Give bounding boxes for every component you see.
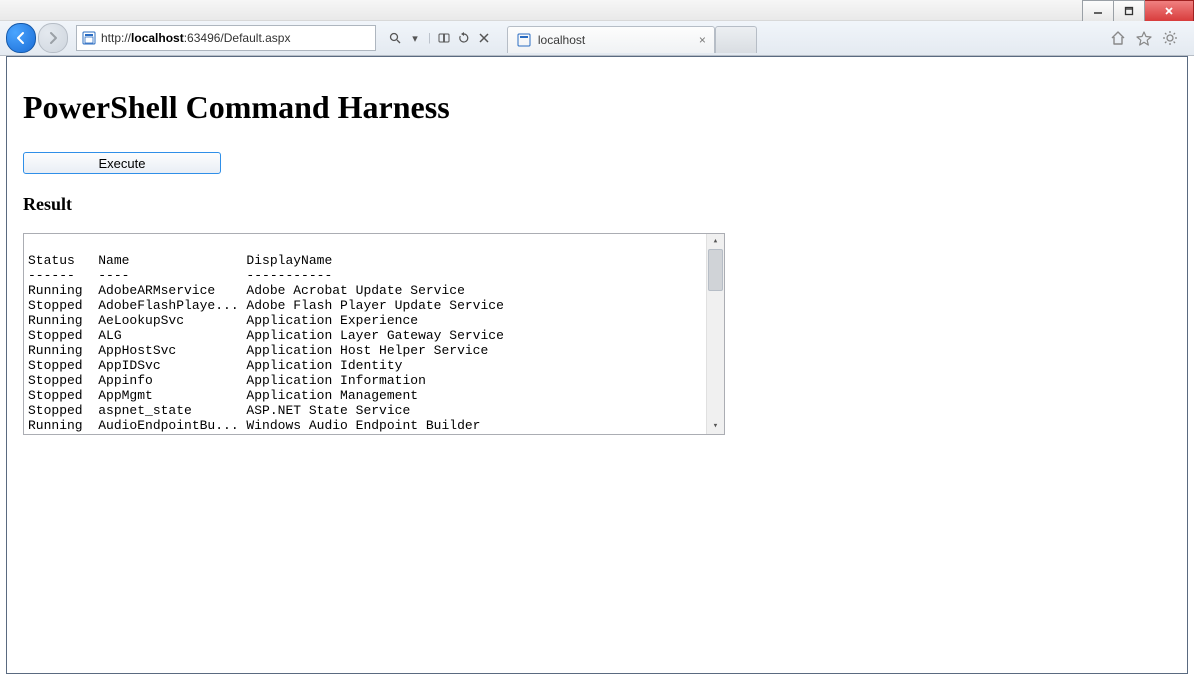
site-icon (81, 30, 97, 46)
url-path: :63496/Default.aspx (184, 31, 291, 45)
url-prefix: http:// (101, 31, 131, 45)
close-button[interactable] (1145, 0, 1194, 22)
command-bar (1100, 30, 1188, 46)
maximize-button[interactable] (1114, 0, 1145, 22)
url-host: localhost (131, 31, 184, 45)
result-textarea[interactable]: Status Name DisplayName ------ ---- ----… (23, 233, 725, 435)
result-content: Status Name DisplayName ------ ---- ----… (24, 234, 706, 434)
page-body: PowerShell Command Harness Execute Resul… (7, 57, 1187, 435)
minimize-button[interactable] (1082, 0, 1114, 22)
tab-close-icon[interactable]: × (699, 33, 706, 47)
navigation-bar: http://localhost:63496/Default.aspx ▾ | (0, 21, 1194, 56)
back-button[interactable] (6, 23, 36, 53)
dropdown-icon[interactable]: ▾ (408, 31, 422, 45)
stop-icon[interactable] (477, 31, 491, 45)
tools-icon[interactable] (1162, 30, 1178, 46)
new-tab-button[interactable] (715, 26, 757, 53)
scrollbar[interactable]: ▴ ▾ (706, 234, 724, 434)
home-icon[interactable] (1110, 30, 1126, 46)
page-title: PowerShell Command Harness (23, 89, 1171, 126)
search-icon[interactable] (388, 31, 402, 45)
content-frame: PowerShell Command Harness Execute Resul… (6, 56, 1188, 674)
scroll-down-icon[interactable]: ▾ (708, 419, 723, 434)
compat-view-icon[interactable] (437, 31, 451, 45)
browser-window: http://localhost:63496/Default.aspx ▾ | (0, 0, 1194, 680)
window-controls (1082, 0, 1194, 20)
result-heading: Result (23, 194, 1171, 215)
tab-title: localhost (538, 33, 585, 47)
url-text: http://localhost:63496/Default.aspx (101, 31, 290, 45)
separator: | (428, 32, 431, 44)
titlebar-background (6, 6, 1082, 15)
forward-button[interactable] (38, 23, 68, 53)
tab-strip: localhost × (507, 23, 1098, 53)
address-actions: ▾ | (378, 31, 501, 45)
refresh-icon[interactable] (457, 31, 471, 45)
address-bar[interactable]: http://localhost:63496/Default.aspx (76, 25, 376, 51)
tab-favicon (516, 32, 532, 48)
execute-button[interactable]: Execute (23, 152, 221, 174)
scroll-thumb[interactable] (708, 249, 723, 291)
window-titlebar (0, 0, 1194, 21)
favorites-icon[interactable] (1136, 30, 1152, 46)
scroll-up-icon[interactable]: ▴ (708, 234, 723, 249)
tab-localhost[interactable]: localhost × (507, 26, 715, 53)
